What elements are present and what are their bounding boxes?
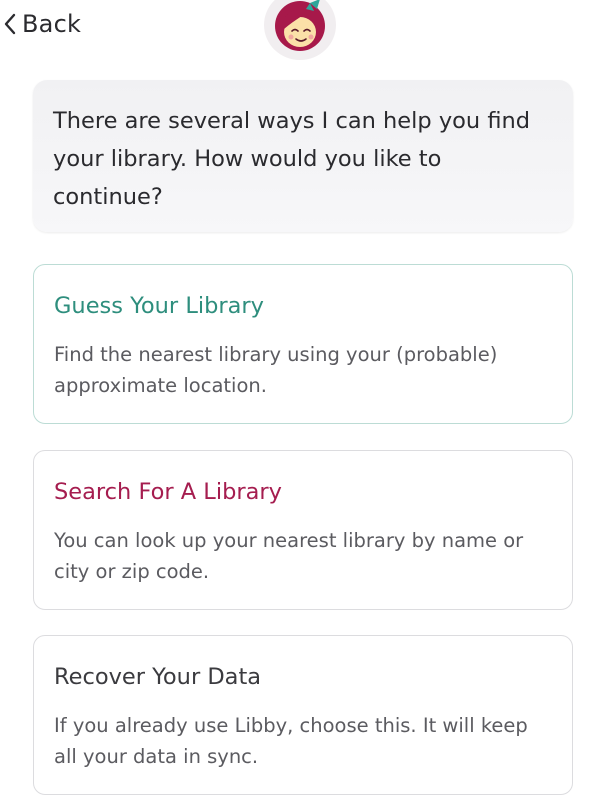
guess-library-option[interactable]: Guess Your Library Find the nearest libr… [33,264,573,424]
libby-logo-icon [275,0,325,51]
chevron-left-icon [4,13,16,35]
back-label: Back [22,10,82,38]
recover-data-option[interactable]: Recover Your Data If you already use Lib… [33,635,573,795]
find-library-screen: Back There are several ways I can help y… [0,0,597,810]
option-title: Recover Your Data [54,664,262,690]
assistant-message-text: There are several ways I can help you fi… [53,108,531,210]
option-description: You can look up your nearest library by … [54,529,524,583]
option-title: Guess Your Library [54,293,264,319]
option-description: Find the nearest library using your (pro… [54,343,498,397]
assistant-message-bubble: There are several ways I can help you fi… [33,80,573,232]
option-title: Search For A Library [54,479,282,505]
option-description: If you already use Libby, choose this. I… [54,714,528,768]
avatar [264,0,336,60]
back-button[interactable]: Back [2,6,81,42]
search-library-option[interactable]: Search For A Library You can look up you… [33,450,573,610]
